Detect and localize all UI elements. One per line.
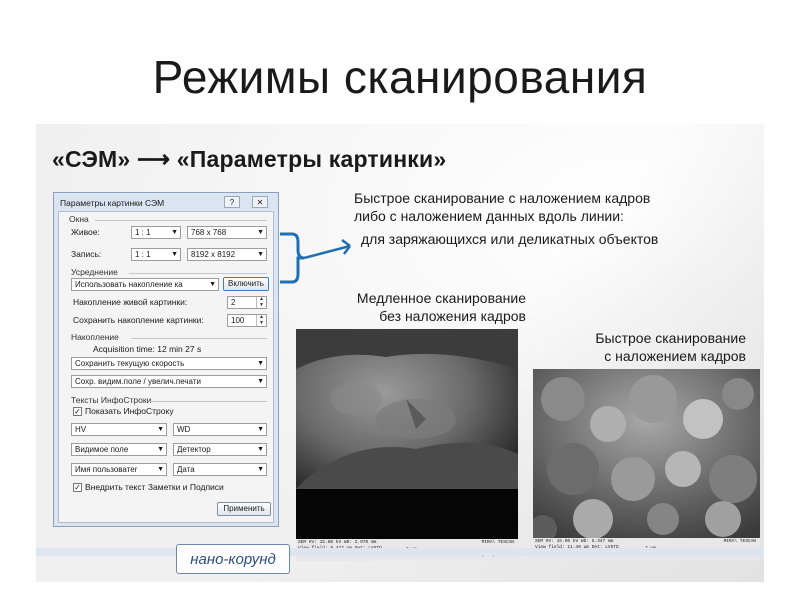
sem-image-fast bbox=[533, 369, 760, 543]
dialog-title: Параметры картинки СЭМ bbox=[60, 198, 165, 208]
averaging-mode-select[interactable]: Использовать накопление ка ▼ bbox=[71, 278, 219, 291]
show-infobar-label: Показать ИнфоСтроку bbox=[85, 406, 174, 416]
save-accum-value: 100 bbox=[231, 316, 245, 325]
arrow-line bbox=[303, 244, 351, 260]
field-date-select[interactable]: Дата ▼ bbox=[173, 463, 267, 476]
field-wd-value: WD bbox=[177, 425, 191, 434]
slow-scan-note: Медленное сканирование без наложения кад… bbox=[330, 289, 526, 325]
embed-notes-checkbox[interactable]: ✓ bbox=[73, 483, 82, 492]
micrograph-slow-scan: SEM HV: 15.00 kV WD: 2.970 mm View field… bbox=[296, 329, 518, 561]
live-accum-value: 2 bbox=[231, 298, 236, 307]
save-speed-value: Сохранить текущую скорость bbox=[75, 359, 185, 368]
record-scale-select[interactable]: 1 : 1 ▼ bbox=[131, 248, 181, 261]
divider bbox=[129, 273, 267, 274]
live-scale-value: 1 : 1 bbox=[135, 228, 151, 237]
record-label: Запись: bbox=[71, 249, 102, 259]
field-wd-select[interactable]: WD ▼ bbox=[173, 423, 267, 436]
live-resolution-select[interactable]: 768 x 768 ▼ bbox=[187, 226, 267, 239]
live-label: Живое: bbox=[71, 227, 100, 237]
field-view-select[interactable]: Видимое поле ▼ bbox=[71, 443, 167, 456]
field-detector-value: Детектор bbox=[177, 445, 211, 454]
show-infobar-checkbox[interactable]: ✓ bbox=[73, 407, 82, 416]
dropdown-arrow-icon: ▼ bbox=[257, 466, 264, 473]
dropdown-arrow-icon: ▼ bbox=[157, 426, 164, 433]
save-speed-select[interactable]: Сохранить текущую скорость ▼ bbox=[71, 357, 267, 370]
dropdown-arrow-icon: ▼ bbox=[157, 466, 164, 473]
record-resolution-value: 8192 x 8192 bbox=[191, 250, 236, 259]
slow-line2: без наложения кадров bbox=[379, 308, 526, 324]
live-accum-spinner[interactable]: 2 ▲ ▼ bbox=[227, 296, 267, 309]
fast-overlay-line2: либо с наложением данных вдоль линии: bbox=[354, 208, 624, 224]
dialog-body: Окна Живое: 1 : 1 ▼ 768 x 768 ▼ Запись: 1 … bbox=[58, 211, 274, 523]
record-scale-value: 1 : 1 bbox=[135, 250, 151, 259]
apply-button[interactable]: Применить bbox=[217, 502, 271, 516]
divider bbox=[95, 220, 267, 221]
windows-group-label: Окна bbox=[69, 214, 89, 224]
spinner-arrows-icon[interactable]: ▲ ▼ bbox=[256, 314, 266, 326]
fast-frames-line2: с наложением кадров bbox=[604, 348, 746, 364]
dropdown-arrow-icon: ▼ bbox=[257, 426, 264, 433]
slow-line1: Медленное сканирование bbox=[356, 290, 526, 306]
micrograph-fast-scan: SEM HV: 15.00 kV WD: 5.347 mm View field… bbox=[533, 369, 760, 560]
save-accum-label: Сохранить накопление картинки: bbox=[73, 315, 204, 325]
acquisition-time: Acquisition time: 12 min 27 s bbox=[93, 344, 202, 354]
dropdown-arrow-icon: ▼ bbox=[257, 446, 264, 453]
field-view-value: Видимое поле bbox=[75, 445, 129, 454]
dropdown-arrow-icon: ▼ bbox=[257, 378, 264, 385]
field-hv-select[interactable]: HV ▼ bbox=[71, 423, 167, 436]
spinner-arrows-icon[interactable]: ▲ ▼ bbox=[256, 296, 266, 308]
enable-button[interactable]: Включить bbox=[223, 277, 269, 291]
field-date-value: Дата bbox=[177, 465, 195, 474]
bracket-icon bbox=[280, 232, 305, 284]
field-hv-value: HV bbox=[75, 425, 87, 434]
field-user-value: Имя пользоватеr bbox=[75, 465, 138, 474]
dropdown-arrow-icon: ▼ bbox=[171, 229, 178, 236]
field-detector-select[interactable]: Детектор ▼ bbox=[173, 443, 267, 456]
averaging-group-label: Усреднение bbox=[71, 267, 118, 277]
save-accum-spinner[interactable]: 100 ▲ ▼ bbox=[227, 314, 267, 327]
sem-image-slow bbox=[296, 329, 518, 539]
slide-title: Режимы сканирования bbox=[152, 51, 648, 103]
dropdown-arrow-icon: ▼ bbox=[157, 446, 164, 453]
sample-label-box: нано-корунд bbox=[176, 544, 290, 574]
record-resolution-select[interactable]: 8192 x 8192 ▼ bbox=[187, 248, 267, 261]
live-scale-select[interactable]: 1 : 1 ▼ bbox=[131, 226, 181, 239]
caption2-brand: MIRA\ TESCAN bbox=[723, 539, 756, 544]
live-accum-label: Накопление живой картинки: bbox=[73, 297, 188, 307]
image-parameters-dialog: Параметры картинки СЭМ ? ✕ Окна Живое: 1… bbox=[53, 192, 279, 527]
close-button[interactable]: ✕ bbox=[252, 196, 268, 208]
caption1-brand: MIRA\ TESCAN bbox=[481, 540, 514, 545]
save-view-value: Сохр. видим.поле / увелич.печати bbox=[75, 377, 201, 386]
accumulation-group-label: Накопление bbox=[71, 332, 119, 342]
infobar-group-label: Тексты ИнфоСтроки bbox=[71, 395, 152, 405]
dropdown-arrow-icon: ▼ bbox=[257, 251, 264, 258]
save-view-select[interactable]: Сохр. видим.поле / увелич.печати ▼ bbox=[71, 375, 267, 388]
fast-overlay-line3: для заряжающихся или деликатных объектов bbox=[361, 231, 659, 247]
live-resolution-value: 768 x 768 bbox=[191, 228, 227, 237]
dropdown-arrow-icon: ▼ bbox=[209, 281, 216, 288]
averaging-mode-value: Использовать накопление ка bbox=[75, 280, 183, 289]
fast-overlay-note: Быстрое сканирование с наложением кадров… bbox=[354, 189, 650, 225]
divider bbox=[131, 338, 267, 339]
embed-notes-label: Внедрить текст Заметки и Подписи bbox=[85, 482, 224, 492]
dropdown-arrow-icon: ▼ bbox=[171, 251, 178, 258]
bottom-band bbox=[36, 548, 764, 556]
divider bbox=[149, 401, 267, 402]
dropdown-arrow-icon: ▼ bbox=[257, 360, 264, 367]
help-button[interactable]: ? bbox=[224, 196, 240, 208]
dropdown-arrow-icon: ▼ bbox=[257, 229, 264, 236]
slide-subtitle: «СЭМ» ⟶ «Параметры картинки» bbox=[52, 146, 447, 172]
fast-frames-line1: Быстрое сканирование bbox=[595, 330, 746, 346]
field-user-select[interactable]: Имя пользоватеr ▼ bbox=[71, 463, 167, 476]
fast-frames-note: Быстрое сканирование с наложением кадров bbox=[530, 329, 746, 365]
fast-overlay-line1: Быстрое сканирование с наложением кадров bbox=[354, 190, 651, 206]
